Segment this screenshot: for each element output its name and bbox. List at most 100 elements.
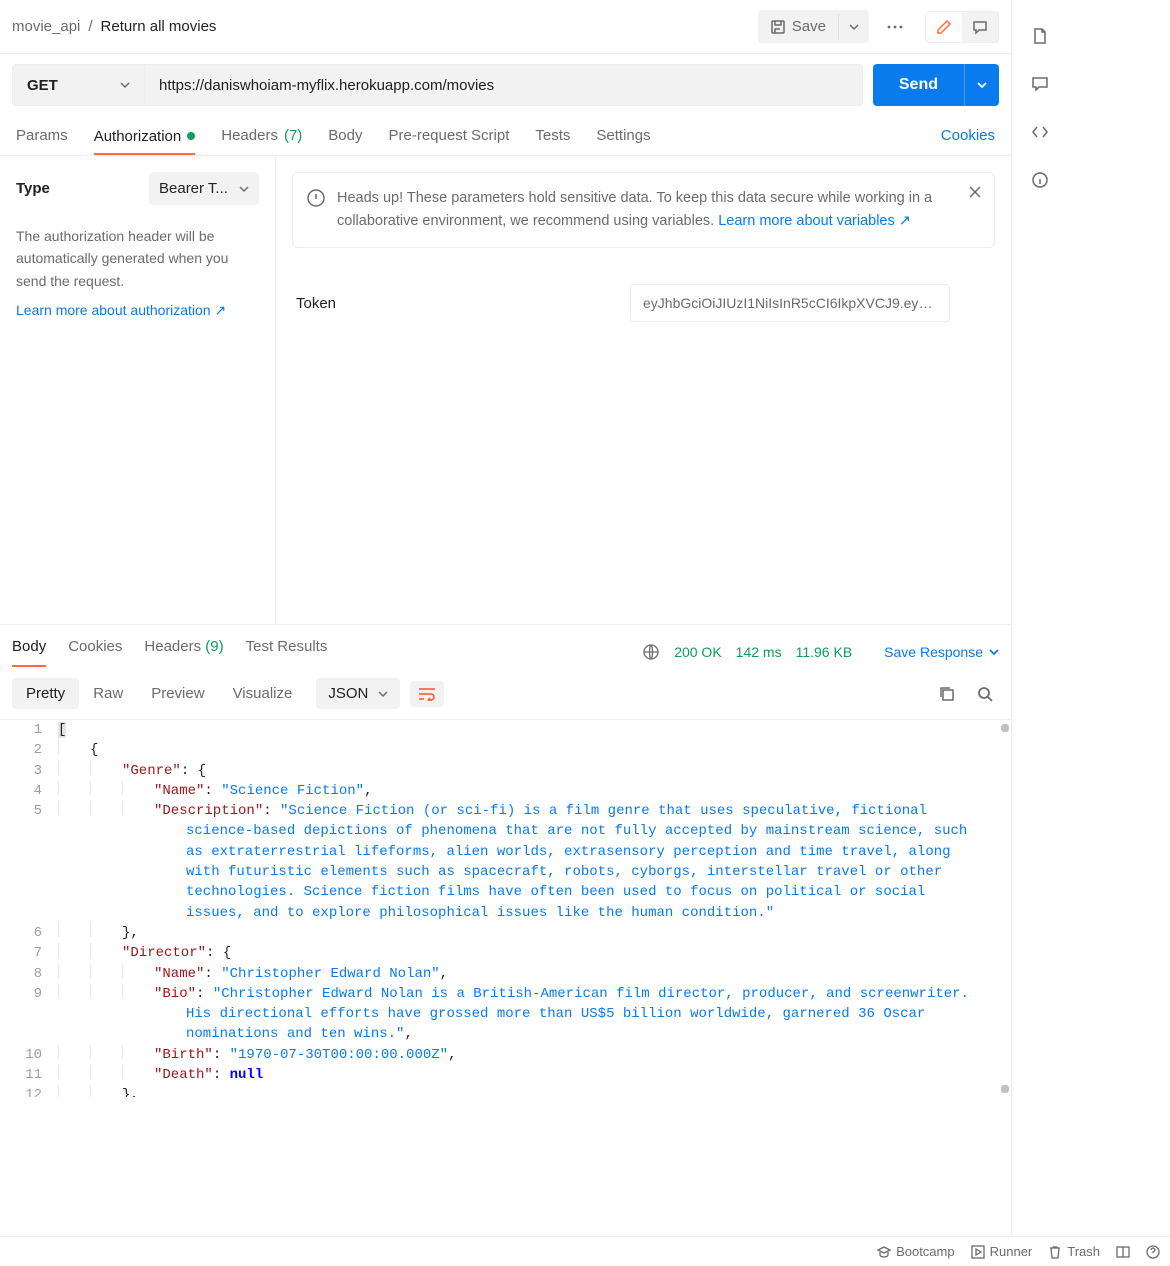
save-response-button[interactable]: Save Response [884, 644, 999, 660]
send-group: Send [873, 64, 999, 106]
footer-trash[interactable]: Trash [1048, 1244, 1100, 1259]
auth-type-label: Type [16, 180, 50, 197]
banner-learn-link[interactable]: Learn more about variables ↗ [718, 213, 911, 229]
save-button-group: Save [758, 10, 869, 43]
url-value: https://daniswhoiam-myflix.herokuapp.com… [159, 77, 494, 94]
comment-icon [972, 19, 988, 35]
learn-label: Learn more about authorization [16, 302, 211, 318]
more-horizontal-icon [887, 25, 903, 29]
rtab-label: Body [12, 638, 46, 655]
auth-type-select[interactable]: Bearer T... [149, 172, 259, 205]
rail-comments[interactable] [1012, 60, 1068, 108]
rail-code[interactable] [1012, 108, 1068, 156]
tab-headers[interactable]: Headers (7) [221, 117, 302, 154]
footer-bootcamp[interactable]: Bootcamp [877, 1244, 955, 1259]
resp-tab-headers[interactable]: Headers (9) [144, 638, 223, 665]
send-button[interactable]: Send [873, 64, 964, 106]
globe-icon[interactable] [642, 643, 660, 661]
rail-documentation[interactable] [1012, 12, 1068, 60]
code-icon [1031, 123, 1049, 141]
method-select[interactable]: GET [12, 64, 144, 106]
tab-body[interactable]: Body [328, 117, 362, 154]
chevron-down-icon [989, 647, 999, 657]
footer-runner[interactable]: Runner [971, 1244, 1033, 1259]
token-input[interactable]: eyJhbGciOiJIUzI1NiIsInR5cCI6IkpXVCJ9.eyJ… [630, 284, 950, 322]
resp-tab-body[interactable]: Body [12, 638, 46, 667]
wrap-lines-button[interactable] [410, 681, 444, 707]
resp-tab-cookies[interactable]: Cookies [68, 638, 122, 665]
banner-close-button[interactable] [968, 185, 982, 199]
tab-prerequest[interactable]: Pre-request Script [389, 117, 510, 154]
edit-button[interactable] [926, 12, 962, 42]
warning-icon [307, 187, 325, 233]
auth-learn-link[interactable]: Learn more about authorization ↗ [16, 302, 259, 319]
format-select[interactable]: JSON [316, 678, 400, 709]
tab-authorization[interactable]: Authorization [94, 118, 196, 155]
scrollbar-thumb[interactable] [1001, 724, 1009, 732]
cookies-link[interactable]: Cookies [941, 127, 995, 144]
format-label: JSON [328, 685, 368, 702]
right-rail [1012, 0, 1068, 204]
rail-info[interactable] [1012, 156, 1068, 204]
breadcrumb-request[interactable]: Return all movies [101, 18, 217, 35]
view-preview[interactable]: Preview [137, 678, 218, 709]
file-icon [1031, 27, 1049, 45]
tab-label: Settings [596, 127, 650, 144]
rtab-label: Test Results [246, 638, 328, 655]
search-response-button[interactable] [971, 680, 999, 708]
response-time: 142 ms [736, 644, 782, 660]
tab-label: Tests [535, 127, 570, 144]
trash-icon [1048, 1245, 1062, 1259]
info-banner: Heads up! These parameters hold sensitiv… [292, 172, 995, 248]
code-line: 3"Genre": { [0, 761, 1011, 781]
seg-label: Raw [93, 685, 123, 702]
status-bar: Bootcamp Runner Trash [0, 1236, 1170, 1266]
auth-content: Heads up! These parameters hold sensitiv… [276, 156, 1011, 624]
save-dropdown[interactable] [838, 14, 869, 40]
more-actions-button[interactable] [879, 17, 911, 37]
breadcrumb-collection[interactable]: movie_api [12, 18, 80, 35]
response-status: 200 OK [674, 644, 721, 660]
chevron-down-icon [120, 80, 130, 90]
auth-sidebar: Type Bearer T... The authorization heade… [0, 156, 276, 624]
code-line: 10"Birth": "1970-07-30T00:00:00.000Z", [0, 1045, 1011, 1065]
send-label: Send [899, 76, 938, 94]
info-icon [1031, 171, 1049, 189]
view-pretty[interactable]: Pretty [12, 678, 79, 709]
rtab-count: (9) [205, 638, 223, 655]
scrollbar-thumb[interactable] [1001, 1085, 1009, 1093]
code-line: 12}, [0, 1085, 1011, 1097]
rtab-label: Cookies [68, 638, 122, 655]
footer-two-pane[interactable] [1116, 1245, 1130, 1259]
tab-settings[interactable]: Settings [596, 117, 650, 154]
send-dropdown[interactable] [964, 64, 999, 106]
tab-tests[interactable]: Tests [535, 117, 570, 154]
code-line: 6}, [0, 923, 1011, 943]
save-icon [770, 19, 786, 35]
seg-label: Preview [151, 685, 204, 702]
comment-button[interactable] [962, 12, 998, 42]
token-label: Token [296, 295, 630, 312]
footer-help[interactable] [1146, 1245, 1160, 1259]
response-meta: 200 OK 142 ms 11.96 KB Save Response [642, 643, 999, 661]
footer-label: Trash [1067, 1244, 1100, 1259]
tab-params[interactable]: Params [16, 117, 68, 154]
banner-link-label: Learn more about variables [718, 213, 895, 229]
tab-label: Params [16, 127, 68, 144]
tab-count: (7) [284, 127, 302, 144]
code-line: 5"Description": "Science Fiction (or sci… [0, 801, 1011, 923]
url-input[interactable]: https://daniswhoiam-myflix.herokuapp.com… [144, 64, 863, 106]
tab-label: Headers [221, 127, 278, 144]
copy-response-button[interactable] [933, 680, 961, 708]
response-body[interactable]: 1[2{3"Genre": {4"Name": "Science Fiction… [0, 719, 1011, 1097]
code-line: 9"Bio": "Christopher Edward Nolan is a B… [0, 984, 1011, 1045]
save-label: Save [792, 18, 826, 35]
resp-tab-tests[interactable]: Test Results [246, 638, 328, 665]
chevron-down-icon [977, 80, 987, 90]
view-visualize[interactable]: Visualize [219, 678, 307, 709]
save-button[interactable]: Save [758, 10, 838, 43]
tab-label: Pre-request Script [389, 127, 510, 144]
view-raw[interactable]: Raw [79, 678, 137, 709]
response-view-bar: Pretty Raw Preview Visualize JSON [0, 668, 1011, 719]
view-mode-segment: Pretty Raw Preview Visualize [12, 678, 306, 709]
